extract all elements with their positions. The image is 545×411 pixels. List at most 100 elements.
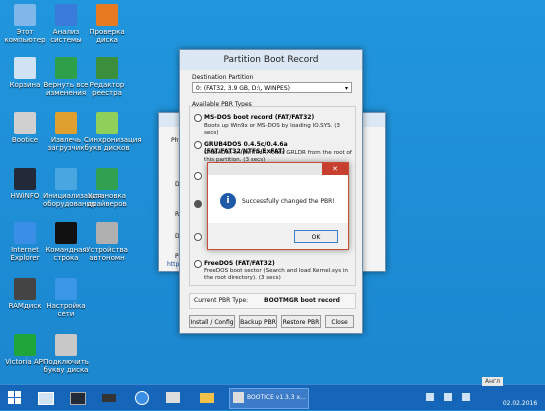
ok-button[interactable]: OK [294, 230, 338, 243]
current-pbr-value: BOOTMGR boot record [264, 297, 340, 304]
bootice-icon [14, 112, 36, 134]
ramdisk-icon [14, 278, 36, 300]
option-msdos-desc: Boots up Win9x or MS-DOS by loading IO.S… [204, 123, 340, 136]
taskbar-folder-icon[interactable] [196, 388, 218, 407]
extract-loader-icon [55, 112, 77, 134]
disk-check-icon [96, 4, 118, 26]
desktop-icon-disk-check[interactable]: Проверка диска [84, 4, 130, 44]
current-pbr-box: Current PBR Type: BOOTMGR boot record [189, 293, 356, 309]
registry-editor-icon [96, 57, 118, 79]
dialog-close-button[interactable]: ✕ [322, 163, 348, 175]
radio-freedos[interactable] [194, 260, 202, 268]
info-icon: i [220, 193, 236, 209]
taskbar-explorer-icon[interactable] [34, 388, 56, 407]
bootice-link[interactable]: http [167, 261, 179, 268]
desktop-icon-label: Синхронизация букв дисков [84, 136, 142, 152]
desktop-icon-label: Редактор реестра [89, 81, 125, 97]
taskbar-task-label: BOOTICE v1.3.3 x... [247, 394, 306, 401]
bootice-app-icon [233, 392, 244, 403]
desktop-icon-label: Bootice [11, 136, 39, 144]
desktop-icon-label: Командная строка [45, 246, 87, 262]
desktop-icon-victoria-api[interactable]: Victoria API [2, 334, 48, 366]
option-msdos-title: MS-DOS boot record (FAT/FAT32) [204, 114, 315, 121]
system-analysis-icon [55, 4, 77, 26]
desktop-icon-label: Internet Explorer [10, 246, 40, 262]
taskbar: BOOTICE v1.3.3 x... Англ 02.02.2016 [0, 377, 545, 410]
desktop-icon-label: Инициализация оборудования [43, 192, 102, 208]
taskbar-device-icon[interactable] [162, 388, 184, 407]
command-prompt-icon [55, 222, 77, 244]
desktop-icon-recycle-bin[interactable]: Корзина [2, 57, 48, 89]
sync-drive-letters-icon [96, 112, 118, 134]
close-button[interactable]: Close [325, 315, 354, 328]
desktop-icon-map-drive-letter[interactable]: Подключить букву диска [43, 334, 89, 374]
dialog-titlebar: ✕ [208, 163, 348, 175]
install-config-button[interactable]: Install / Config [189, 315, 235, 328]
backup-pbr-button[interactable]: Backup PBR [239, 315, 277, 328]
option-freedos-title: FreeDOS (FAT/FAT32) [204, 260, 275, 267]
radio-hidden-2[interactable] [194, 200, 202, 208]
taskbar-monitor-icon[interactable] [66, 388, 88, 407]
desktop-icon-label: Устройства автономн [86, 246, 128, 262]
start-button[interactable] [4, 388, 26, 407]
radio-hidden-3[interactable] [194, 233, 202, 241]
desktop-icon-label: Этот компьютер [4, 28, 46, 44]
destination-select[interactable]: 0: (FAT32, 3.9 GB, D:\, WINPES) ▾ [192, 82, 352, 93]
desktop-icon-registry-editor[interactable]: Редактор реестра [84, 57, 130, 97]
desktop-icon-hwinfo[interactable]: HWiNFO [2, 168, 48, 200]
dialog-message: Successfully changed the PBR! [242, 198, 335, 205]
destination-label: Destination Partition [192, 74, 254, 81]
desktop-icon-label: Подключить букву диска [43, 358, 89, 374]
desktop-icon-label: HWiNFO [10, 192, 40, 200]
tray-clock[interactable]: 02.02.2016 [500, 389, 540, 407]
desktop-icon-system-analysis[interactable]: Анализ системы [43, 4, 89, 44]
desktop-icon-label: Вернуть все изменения [43, 81, 89, 97]
radio-msdos[interactable] [194, 114, 202, 122]
desktop-icon-label: RAMдиск [8, 302, 42, 310]
windows-logo-icon [8, 391, 21, 404]
desktop-icon-bootice[interactable]: Bootice [2, 112, 48, 144]
desktop-icon-label: Анализ системы [50, 28, 82, 44]
destination-value: 0: (FAT32, 3.9 GB, D:\, WINPES) [196, 85, 290, 92]
success-dialog: ✕ i Successfully changed the PBR! OK [207, 162, 349, 250]
desktop-icon-init-hardware[interactable]: Инициализация оборудования [43, 168, 102, 208]
taskbar-bootice-task[interactable]: BOOTICE v1.3.3 x... [229, 388, 309, 409]
install-drivers-icon [96, 168, 118, 190]
desktop-icon-this-pc[interactable]: Этот компьютер [2, 4, 48, 44]
map-drive-letter-icon [55, 334, 77, 356]
desktop-icon-label: Установка драйверов [87, 192, 127, 208]
desktop-icon-extract-loader[interactable]: Извлечь загрузчик [43, 112, 89, 152]
desktop-icon-command-prompt[interactable]: Командная строка [43, 222, 89, 262]
taskbar-ie-icon[interactable] [130, 388, 152, 407]
internet-explorer-icon [14, 222, 36, 244]
restore-changes-icon [55, 57, 77, 79]
desktop-icon-network-setup[interactable]: Настройка сети [43, 278, 89, 318]
radio-hidden-1[interactable] [194, 172, 202, 180]
desktop-icon-internet-explorer[interactable]: Internet Explorer [2, 222, 48, 262]
desktop-icon-ramdisk[interactable]: RAMдиск [2, 278, 48, 310]
desktop-icon-sync-drive-letters[interactable]: Синхронизация букв дисков [84, 112, 142, 152]
tray-network-icon[interactable] [426, 393, 434, 401]
restore-pbr-button[interactable]: Restore PBR [281, 315, 321, 328]
desktop-icon-install-drivers[interactable]: Установка драйверов [84, 168, 130, 208]
network-setup-icon [55, 278, 77, 300]
taskbar-hwinfo-icon[interactable] [98, 388, 120, 407]
radio-grub4dos[interactable] [194, 141, 202, 149]
hwinfo-icon [14, 168, 36, 190]
init-hardware-icon [55, 168, 77, 190]
this-pc-icon [14, 4, 36, 26]
desktop-icon-label: Victoria API [5, 358, 45, 366]
desktop-icon-label: Проверка диска [89, 28, 125, 44]
tray-date: 02.02.2016 [502, 400, 538, 407]
desktop-icon-label: Извлечь загрузчик [47, 136, 85, 152]
desktop-icon-label: Корзина [9, 81, 41, 89]
desktop-icon-restore-changes[interactable]: Вернуть все изменения [43, 57, 89, 97]
tray-volume-icon[interactable] [444, 393, 452, 401]
desktop-icon-devices-offline[interactable]: Устройства автономн [84, 222, 130, 262]
recycle-bin-icon [14, 57, 36, 79]
chevron-down-icon: ▾ [344, 85, 348, 92]
tray-language[interactable]: Англ [482, 377, 504, 386]
victoria-api-icon [14, 334, 36, 356]
devices-offline-icon [96, 222, 118, 244]
tray-flag-icon[interactable] [462, 393, 470, 401]
